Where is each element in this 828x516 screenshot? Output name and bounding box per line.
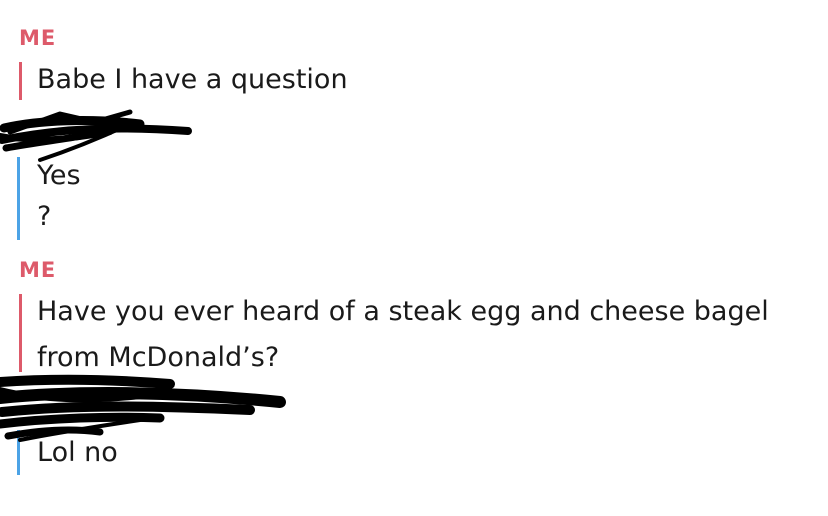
name-redaction-scribble: [0, 374, 286, 442]
message-text: Yes: [37, 160, 81, 191]
message-bar-them: [17, 157, 20, 240]
message-bar-me: [19, 294, 22, 372]
message-text: ?: [37, 201, 52, 232]
message-text: Lol no: [37, 437, 118, 468]
message-text: Babe I have a question: [37, 64, 348, 95]
sender-label-me: ME: [19, 26, 57, 50]
sender-label-me: ME: [19, 258, 57, 282]
name-redaction-scribble: [0, 109, 192, 162]
message-bar-me: [19, 62, 22, 100]
message-bar-them: [17, 430, 20, 475]
message-text: Have you ever heard of a steak egg and c…: [37, 296, 769, 327]
message-text: from McDonald’s?: [37, 342, 280, 373]
